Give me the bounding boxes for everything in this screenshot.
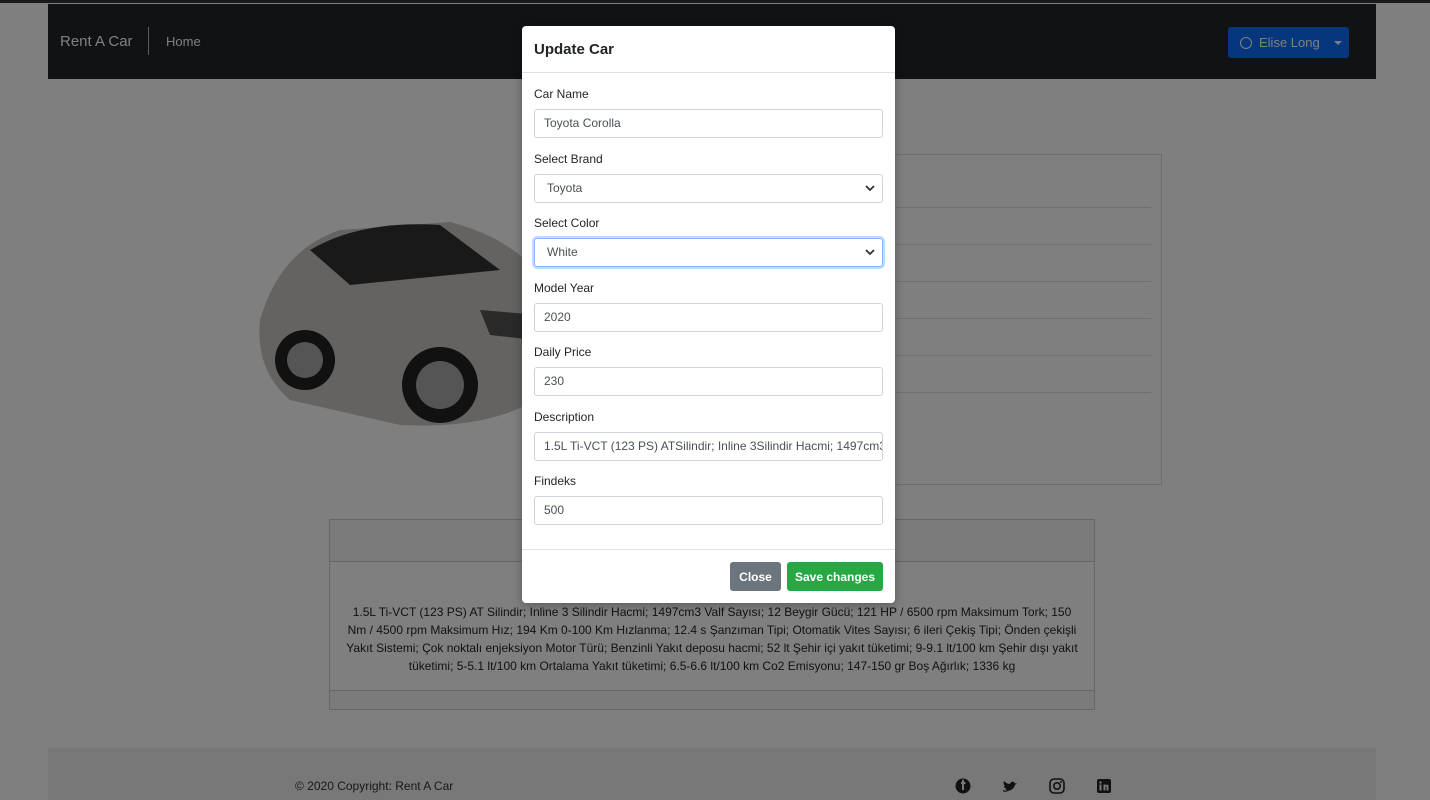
brand-label: Select Brand — [534, 152, 603, 166]
color-select-value: White — [534, 238, 883, 267]
update-car-modal: Update Car Car Name Toyota Corolla Selec… — [522, 26, 895, 603]
color-select[interactable]: White — [534, 238, 883, 267]
modal-header: Update Car — [522, 26, 895, 73]
car-name-input[interactable]: Toyota Corolla — [534, 109, 883, 138]
daily-price-label: Daily Price — [534, 345, 592, 359]
car-name-label: Car Name — [534, 87, 589, 101]
modal-title: Update Car — [534, 41, 615, 58]
daily-price-input[interactable]: 230 — [534, 367, 883, 396]
findeks-label: Findeks — [534, 474, 577, 488]
description-input[interactable]: 1.5L Ti-VCT (123 PS) ATSilindir; Inline … — [534, 432, 883, 461]
brand-select-value: Toyota — [534, 174, 883, 203]
close-button[interactable]: Close — [730, 562, 781, 591]
description-label: Description — [534, 410, 595, 424]
color-label: Select Color — [534, 216, 600, 230]
modal-footer: Close Save changes — [522, 549, 895, 603]
findeks-input[interactable]: 500 — [534, 496, 883, 525]
model-year-input[interactable]: 2020 — [534, 303, 883, 332]
save-changes-button[interactable]: Save changes — [787, 562, 883, 591]
brand-select[interactable]: Toyota — [534, 174, 883, 203]
model-year-label: Model Year — [534, 281, 595, 295]
